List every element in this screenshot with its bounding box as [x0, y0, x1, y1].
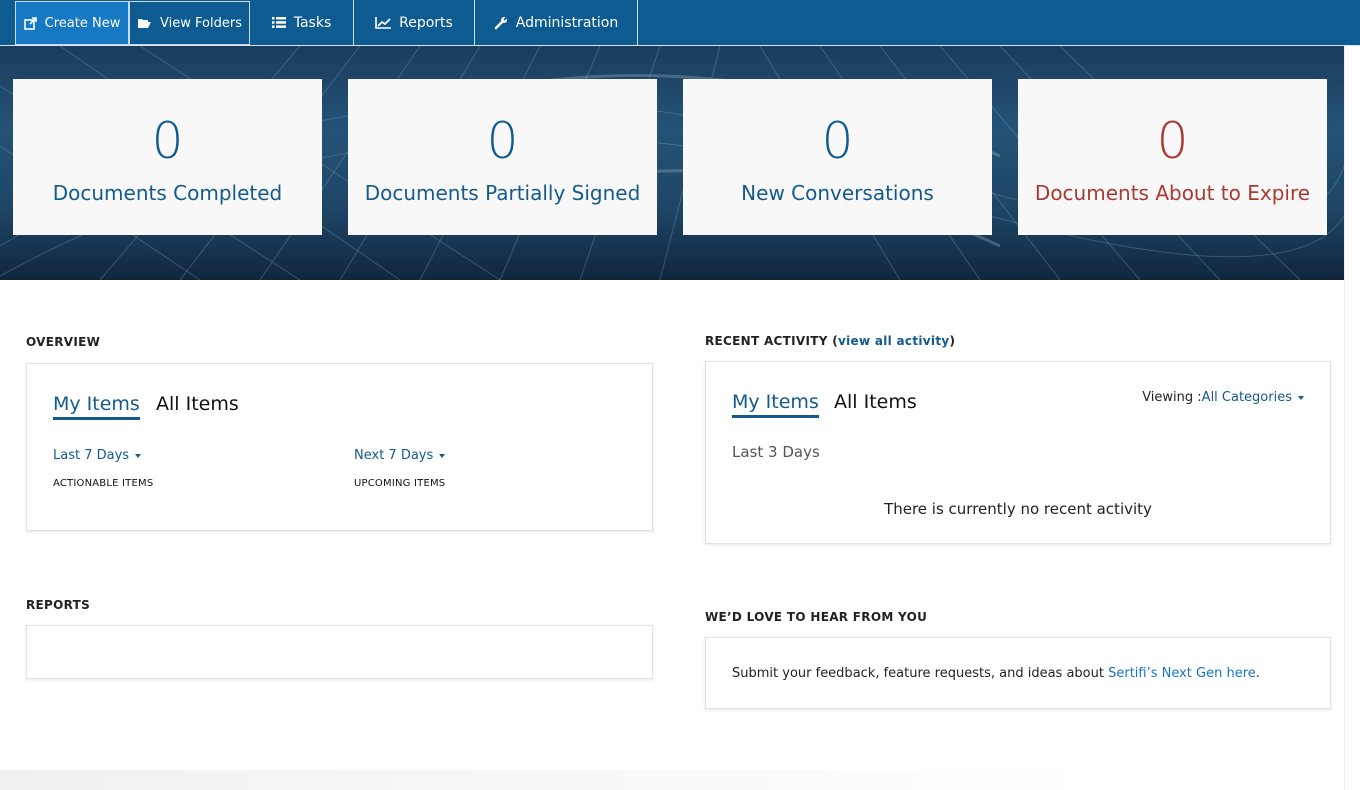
- reports-label: Reports: [399, 14, 453, 31]
- empty-activity-message: There is currently no recent activity: [884, 500, 1152, 518]
- view-folders-button[interactable]: View Folders: [129, 1, 250, 45]
- feedback-title: WE’D LOVE TO HEAR FROM YOU: [705, 610, 928, 624]
- vertical-scrollbar[interactable]: [1344, 46, 1360, 790]
- hero-banner: 0 Documents Completed 0 Documents Partia…: [0, 46, 1344, 280]
- line-chart-icon: [375, 16, 392, 29]
- tasks-label: Tasks: [293, 14, 332, 31]
- dropdown-label: Next 7 Days: [354, 448, 434, 463]
- feedback-body: Submit your feedback, feature requests, …: [732, 666, 1109, 681]
- last-7-days-dropdown[interactable]: Last 7 Days: [53, 448, 142, 463]
- reports-title: REPORTS: [26, 598, 91, 612]
- viewing-value: All Categories: [1201, 390, 1292, 405]
- recent-activity-panel: My Items All Items Viewing :All Categori…: [705, 361, 1331, 544]
- feedback-panel: Submit your feedback, feature requests, …: [705, 637, 1331, 709]
- top-nav: Create New View Folders Tasks Reports Ad…: [0, 0, 1360, 46]
- overview-title: OVERVIEW: [26, 335, 101, 349]
- stat-label: New Conversations: [741, 181, 934, 205]
- chevron-down-icon: [1298, 395, 1304, 400]
- stat-card-about-to-expire[interactable]: 0 Documents About to Expire: [1018, 79, 1327, 235]
- stat-card-new-conversations[interactable]: 0 New Conversations: [683, 79, 992, 235]
- list-icon: [271, 17, 286, 28]
- stat-value: 0: [486, 112, 519, 170]
- stat-card-completed[interactable]: 0 Documents Completed: [13, 79, 322, 235]
- viewing-label: Viewing :: [1142, 390, 1202, 405]
- stat-label: Documents Partially Signed: [364, 181, 641, 205]
- recent-activity-title: RECENT ACTIVITY (view all activity): [705, 334, 955, 348]
- tab-all-items[interactable]: All Items: [834, 391, 917, 413]
- tab-my-items[interactable]: My Items: [732, 391, 819, 418]
- external-link-icon: [23, 16, 37, 30]
- stat-label: Documents About to Expire: [1034, 181, 1311, 205]
- tab-all-items[interactable]: All Items: [156, 393, 239, 415]
- feedback-period: .: [1255, 666, 1260, 681]
- viewing-filter[interactable]: Viewing :All Categories: [1142, 390, 1304, 405]
- recent-activity-paren: ): [949, 334, 956, 348]
- stat-value: 0: [821, 112, 854, 170]
- reports-panel: [26, 625, 653, 679]
- create-new-label: Create New: [44, 15, 121, 31]
- view-all-activity-link[interactable]: view all activity: [838, 334, 950, 348]
- stat-label: Documents Completed: [52, 181, 283, 205]
- tasks-nav[interactable]: Tasks: [250, 0, 354, 45]
- overview-panel: My Items All Items Last 7 Days Next 7 Da…: [26, 363, 653, 531]
- sertifi-next-gen-link[interactable]: Sertifi’s Next Gen here: [1108, 666, 1256, 681]
- last-3-days-label: Last 3 Days: [732, 443, 820, 461]
- reports-nav[interactable]: Reports: [354, 0, 475, 45]
- wrench-icon: [494, 15, 508, 29]
- stat-card-partially-signed[interactable]: 0 Documents Partially Signed: [348, 79, 657, 235]
- dropdown-label: Last 7 Days: [53, 448, 130, 463]
- create-new-button[interactable]: Create New: [15, 1, 129, 45]
- administration-label: Administration: [515, 14, 619, 31]
- feedback-text: Submit your feedback, feature requests, …: [732, 666, 1260, 681]
- chevron-down-icon: [439, 453, 446, 458]
- folder-open-icon: [138, 19, 152, 28]
- stat-value: 0: [1156, 112, 1189, 170]
- view-folders-label: View Folders: [160, 15, 242, 31]
- upcoming-items-caption: UPCOMING ITEMS: [354, 478, 446, 489]
- next-7-days-dropdown[interactable]: Next 7 Days: [354, 448, 446, 463]
- administration-nav[interactable]: Administration: [475, 0, 638, 45]
- chevron-down-icon: [135, 453, 142, 458]
- bottom-divider-shadow: [0, 770, 1100, 790]
- stat-value: 0: [151, 112, 184, 170]
- recent-activity-label: RECENT ACTIVITY (: [705, 334, 838, 348]
- tab-my-items[interactable]: My Items: [53, 393, 140, 420]
- actionable-items-caption: ACTIONABLE ITEMS: [53, 478, 154, 489]
